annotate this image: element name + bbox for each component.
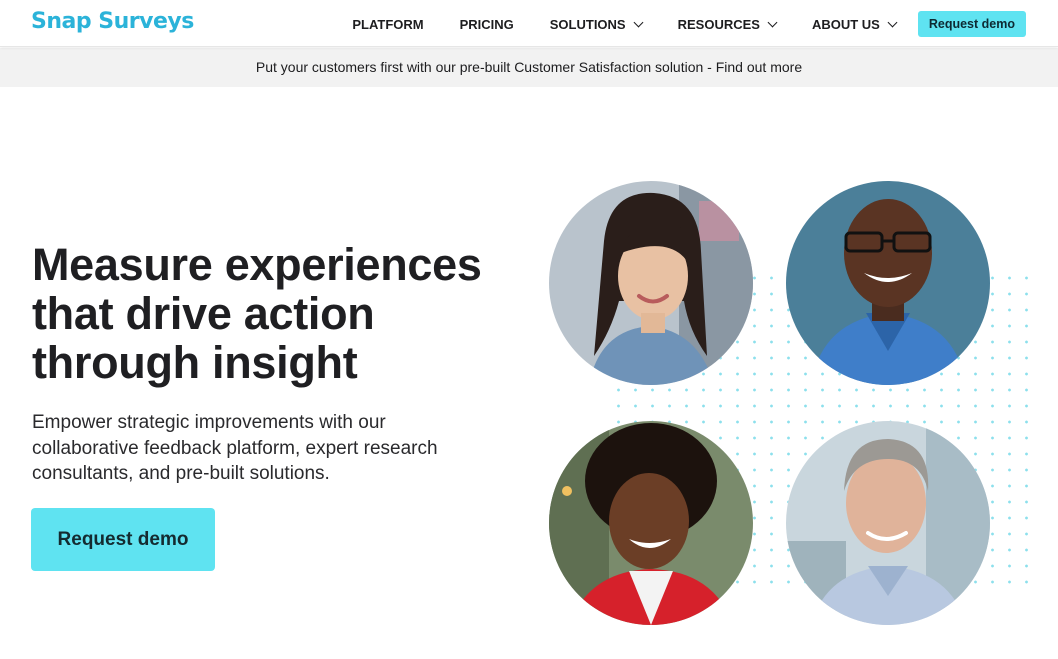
subtext-line: Empower strategic improvements with our <box>32 412 386 433</box>
headline-line: through insight <box>32 337 358 388</box>
header-request-demo-button[interactable]: Request demo <box>917 11 1026 37</box>
hero-request-demo-button[interactable]: Request demo <box>31 508 215 571</box>
chevron-down-icon <box>887 17 898 27</box>
site-header: Snap Surveys PLATFORM PRICING SOLUTIONS … <box>0 0 1058 47</box>
portrait-man-glasses <box>786 181 990 385</box>
nav-item-label: PRICING <box>459 16 514 32</box>
nav-item-about-us[interactable]: ABOUT US <box>811 11 898 37</box>
chevron-down-icon <box>767 17 778 27</box>
chevron-down-icon <box>633 17 644 27</box>
portrait-man-grey-hair <box>786 421 990 625</box>
nav-item-label: RESOURCES <box>677 16 760 32</box>
main-nav: PLATFORM PRICING SOLUTIONS RESOURCES ABO… <box>352 11 1026 37</box>
nav-item-solutions[interactable]: SOLUTIONS <box>549 11 644 37</box>
nav-item-pricing[interactable]: PRICING <box>460 11 514 37</box>
nav-item-label: SOLUTIONS <box>549 16 626 32</box>
subtext-line: collaborative feedback platform, expert … <box>32 437 438 459</box>
headline-line: that drive action <box>32 288 375 339</box>
hero-headline: Measure experiences that drive action th… <box>32 240 512 387</box>
nav-item-label: ABOUT US <box>811 16 880 32</box>
announcement-text[interactable]: Put your customers first with our pre-bu… <box>256 59 802 75</box>
nav-item-platform[interactable]: PLATFORM <box>352 11 423 37</box>
snap-surveys-logo[interactable]: Snap Surveys <box>31 9 194 34</box>
hero-subtext: Empower strategic improvements with our … <box>32 410 492 487</box>
announcement-bar[interactable]: Put your customers first with our pre-bu… <box>0 48 1058 87</box>
nav-item-resources[interactable]: RESOURCES <box>677 11 778 37</box>
headline-line: Measure experiences <box>32 239 482 290</box>
portrait-woman-curly-hair <box>549 421 753 625</box>
subtext-line: consultants, and pre-built solutions. <box>32 463 330 484</box>
portrait-woman-long-dark-hair <box>549 181 753 385</box>
nav-item-label: PLATFORM <box>352 16 424 32</box>
